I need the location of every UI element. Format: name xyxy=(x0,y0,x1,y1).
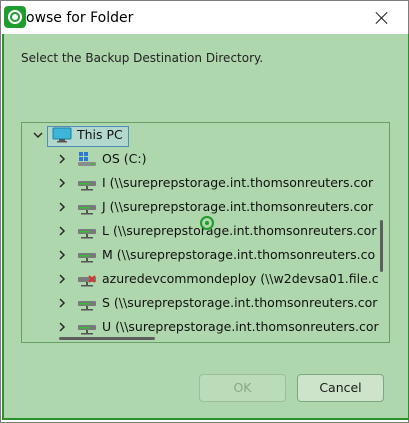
chevron-right-icon[interactable] xyxy=(55,224,69,238)
cancel-button[interactable]: Cancel xyxy=(297,374,384,402)
network-drive-icon xyxy=(77,199,96,215)
network-drive-icon xyxy=(77,223,96,239)
chevron-down-icon[interactable] xyxy=(31,128,45,142)
tree-item-drive-u[interactable]: U (\\sureprepstorage.int.thomsonreuters.… xyxy=(22,315,389,339)
ok-button[interactable]: OK xyxy=(199,374,286,402)
browse-for-folder-dialog: owse for Folder Select the Backup Destin… xyxy=(0,0,409,423)
tree-item-label: azuredevcommondeploy (\\w2devsa01.file.c xyxy=(102,271,379,286)
tree-item-label: This PC xyxy=(77,127,123,142)
title-bar: owse for Folder xyxy=(1,1,408,35)
chevron-right-icon[interactable] xyxy=(55,200,69,214)
network-drive-icon xyxy=(77,295,96,311)
disconnected-drive-icon xyxy=(77,271,96,287)
horizontal-scrollbar[interactable] xyxy=(59,337,155,340)
chevron-right-icon[interactable] xyxy=(55,296,69,310)
close-button[interactable] xyxy=(364,3,400,33)
windows-drive-icon xyxy=(77,151,96,167)
tree-item-drive-s[interactable]: S (\\sureprepstorage.int.thomsonreuters.… xyxy=(22,291,389,315)
tree-item-label: OS (C:) xyxy=(102,151,147,166)
tree-item-azuredevcommondeploy[interactable]: azuredevcommondeploy (\\w2devsa01.file.c xyxy=(22,267,389,291)
tree-item-label: S (\\sureprepstorage.int.thomsonreuters.… xyxy=(102,295,378,310)
tree-item-this-pc[interactable]: This PC xyxy=(22,123,389,147)
chevron-right-icon[interactable] xyxy=(55,272,69,286)
network-drive-icon xyxy=(77,319,96,335)
app-icon xyxy=(4,6,26,28)
dialog-body: Select the Backup Destination Directory.… xyxy=(2,34,409,420)
chevron-right-icon[interactable] xyxy=(55,320,69,334)
instruction-text: Select the Backup Destination Directory. xyxy=(21,51,264,65)
tree-item-label: M (\\sureprepstorage.int.thomsonreuters.… xyxy=(102,247,376,262)
chevron-right-icon[interactable] xyxy=(55,176,69,190)
tree-item-label: U (\\sureprepstorage.int.thomsonreuters.… xyxy=(102,319,379,334)
chevron-right-icon[interactable] xyxy=(55,152,69,166)
target-cursor-icon xyxy=(200,216,214,230)
vertical-scrollbar[interactable] xyxy=(380,220,383,272)
monitor-icon xyxy=(52,127,72,143)
network-drive-icon xyxy=(77,175,96,191)
tree-item-label: I (\\sureprepstorage.int.thomsonreuters.… xyxy=(102,175,374,190)
tree-item-drive-m[interactable]: M (\\sureprepstorage.int.thomsonreuters.… xyxy=(22,243,389,267)
network-drive-icon xyxy=(77,247,96,263)
dialog-title: owse for Folder xyxy=(26,10,134,26)
tree-item-label: L (\\sureprepstorage.int.thomsonreuters.… xyxy=(102,223,377,238)
tree-item-drive-i[interactable]: I (\\sureprepstorage.int.thomsonreuters.… xyxy=(22,171,389,195)
tree-item-os-c[interactable]: OS (C:) xyxy=(22,147,389,171)
chevron-right-icon[interactable] xyxy=(55,248,69,262)
folder-tree[interactable]: This PC OS (C:) I (\\sureprepstorage.int… xyxy=(21,122,390,343)
tree-item-label: J (\\sureprepstorage.int.thomsonreuters.… xyxy=(102,199,374,214)
